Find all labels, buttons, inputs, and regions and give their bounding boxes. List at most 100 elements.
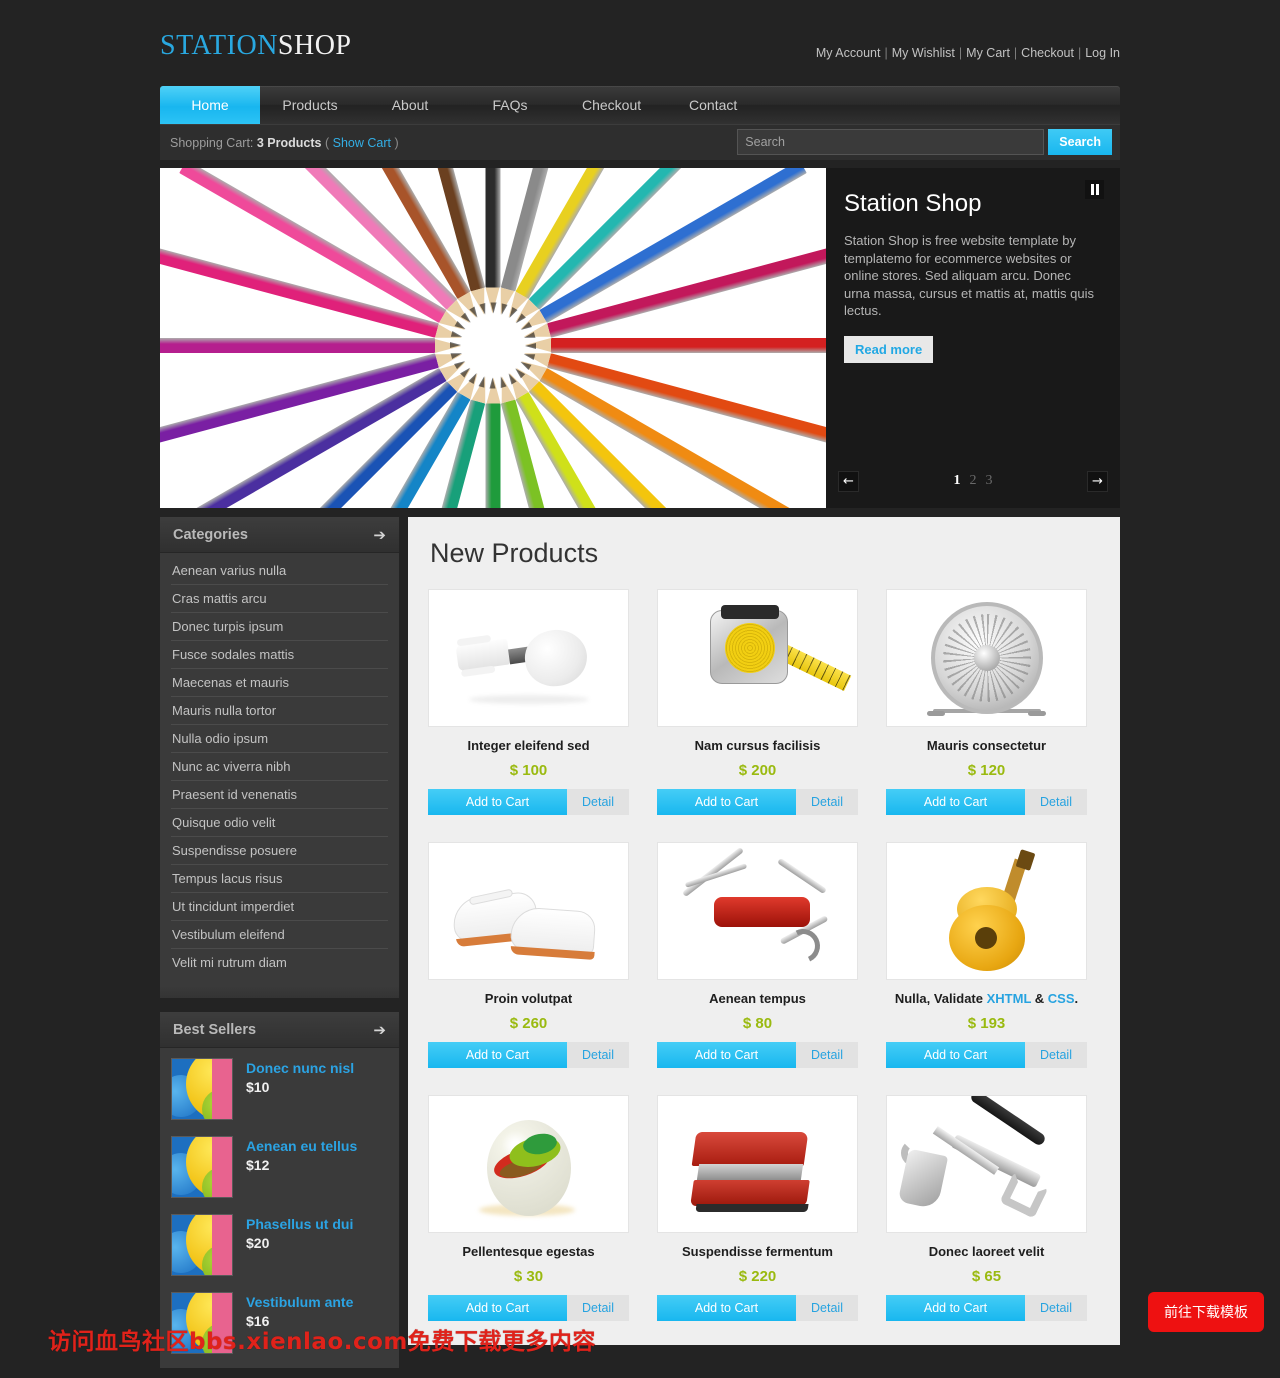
category-link[interactable]: Praesent id venenatis — [171, 781, 388, 808]
cart-paren-close: ) — [394, 135, 399, 150]
top-link-log-in[interactable]: Log In — [1085, 46, 1120, 60]
logo-part-one: STATION — [160, 30, 278, 61]
category-link[interactable]: Quisque odio velit — [171, 809, 388, 836]
category-link[interactable]: Nunc ac viverra nibh — [171, 753, 388, 780]
slider-page-1[interactable]: 1 — [954, 473, 961, 489]
list-item: Donec nunc nisl $10 — [171, 1058, 388, 1120]
product-name: Integer eleifend sed — [428, 738, 629, 753]
product-thumbnail[interactable] — [171, 1136, 233, 1198]
top-link-my-account[interactable]: My Account — [816, 46, 881, 60]
nav-item-contact[interactable]: Contact — [663, 86, 763, 124]
product-image[interactable] — [886, 842, 1087, 980]
list-item: Tempus lacus risus — [171, 865, 388, 893]
slider-page-2[interactable]: 2 — [970, 473, 977, 489]
best-seller-meta: Donec nunc nisl $10 — [246, 1058, 354, 1120]
product-card: Pellentesque egestas $ 30 Add to Cart Detai… — [428, 1095, 629, 1321]
category-link[interactable]: Aenean varius nulla — [171, 557, 388, 584]
category-link[interactable]: Vestibulum eleifend — [171, 921, 388, 948]
product-image[interactable] — [657, 1095, 858, 1233]
nav-item-products[interactable]: Products — [260, 86, 360, 124]
category-link[interactable]: Mauris nulla tortor — [171, 697, 388, 724]
arrow-right-icon[interactable]: ➔ — [373, 1021, 386, 1039]
product-name-mid: & — [1031, 991, 1048, 1006]
cart-prefix: Shopping Cart: — [170, 135, 254, 150]
product-image[interactable] — [886, 1095, 1087, 1233]
add-to-cart-button[interactable]: Add to Cart — [886, 789, 1025, 815]
search-button[interactable]: Search — [1048, 129, 1112, 155]
product-image[interactable] — [428, 842, 629, 980]
xhtml-link[interactable]: XHTML — [987, 991, 1032, 1006]
list-item: Nulla odio ipsum — [171, 725, 388, 753]
category-link[interactable]: Maecenas et mauris — [171, 669, 388, 696]
add-to-cart-button[interactable]: Add to Cart — [886, 1295, 1025, 1321]
best-seller-price: $10 — [246, 1079, 270, 1095]
detail-button[interactable]: Detail — [567, 1042, 629, 1068]
site-logo[interactable]: STATIONSHOP — [160, 30, 352, 62]
best-seller-name[interactable]: Aenean eu tellus — [246, 1138, 357, 1154]
add-to-cart-button[interactable]: Add to Cart — [657, 1295, 796, 1321]
best-seller-name[interactable]: Donec nunc nisl — [246, 1060, 354, 1076]
product-image[interactable] — [428, 1095, 629, 1233]
product-price: $ 100 — [509, 762, 548, 779]
product-name: Mauris consectetur — [886, 738, 1087, 753]
detail-button[interactable]: Detail — [796, 789, 858, 815]
category-link[interactable]: Ut tincidunt imperdiet — [171, 893, 388, 920]
read-more-button[interactable]: Read more — [844, 335, 934, 363]
detail-button[interactable]: Detail — [1025, 1042, 1087, 1068]
pencil-shape — [525, 338, 826, 353]
category-link[interactable]: Suspendisse posuere — [171, 837, 388, 864]
product-image[interactable] — [657, 842, 858, 980]
product-actions: Add to Cart Detail — [657, 1042, 858, 1068]
slider-prev-arrow-icon[interactable]: ← — [838, 470, 859, 492]
best-sellers-header: Best Sellers ➔ — [160, 1012, 399, 1048]
detail-button[interactable]: Detail — [796, 1042, 858, 1068]
nav-item-checkout[interactable]: Checkout — [560, 86, 663, 124]
list-item: Cras mattis arcu — [171, 585, 388, 613]
arrow-right-icon[interactable]: ➔ — [373, 526, 386, 544]
top-link-checkout[interactable]: Checkout — [1021, 46, 1074, 60]
category-link[interactable]: Cras mattis arcu — [171, 585, 388, 612]
slider-next-arrow-icon[interactable]: → — [1087, 470, 1108, 492]
search-input[interactable] — [737, 129, 1045, 155]
product-image[interactable] — [428, 589, 629, 727]
product-image[interactable] — [886, 589, 1087, 727]
product-card: Aenean tempus $ 80 Add to Cart Detail — [657, 842, 858, 1068]
product-image[interactable] — [657, 589, 858, 727]
add-to-cart-button[interactable]: Add to Cart — [428, 789, 567, 815]
pause-icon[interactable] — [1085, 180, 1104, 199]
detail-button[interactable]: Detail — [1025, 789, 1087, 815]
category-link[interactable]: Donec turpis ipsum — [171, 613, 388, 640]
slider-page-3[interactable]: 3 — [986, 473, 993, 489]
show-cart-link[interactable]: Show Cart — [333, 136, 391, 150]
detail-button[interactable]: Detail — [567, 789, 629, 815]
nav-item-about[interactable]: About — [360, 86, 460, 124]
category-link[interactable]: Fusce sodales mattis — [171, 641, 388, 668]
add-to-cart-button[interactable]: Add to Cart — [886, 1042, 1025, 1068]
slide-image-pencils — [160, 168, 826, 508]
detail-button[interactable]: Detail — [567, 1295, 629, 1321]
add-to-cart-button[interactable]: Add to Cart — [657, 789, 796, 815]
best-seller-name[interactable]: Phasellus ut dui — [246, 1216, 353, 1232]
top-link-my-cart[interactable]: My Cart — [966, 46, 1010, 60]
nav-item-faqs[interactable]: FAQs — [460, 86, 560, 124]
nav-item-home[interactable]: Home — [160, 86, 260, 124]
product-name-text: Proin volutpat — [484, 991, 573, 1006]
category-link[interactable]: Tempus lacus risus — [171, 865, 388, 892]
list-item: Fusce sodales mattis — [171, 641, 388, 669]
add-to-cart-button[interactable]: Add to Cart — [428, 1042, 567, 1068]
download-template-button[interactable]: 前往下载模板 — [1148, 1292, 1264, 1332]
category-link[interactable]: Nulla odio ipsum — [171, 725, 388, 752]
add-to-cart-button[interactable]: Add to Cart — [657, 1042, 796, 1068]
category-link[interactable]: Velit mi rutrum diam — [171, 949, 388, 976]
detail-button[interactable]: Detail — [796, 1295, 858, 1321]
sidebar: Categories ➔ Aenean varius nulla Cras mat… — [160, 517, 399, 1378]
top-link-my-wishlist[interactable]: My Wishlist — [892, 46, 955, 60]
best-seller-name[interactable]: Vestibulum ante — [246, 1294, 353, 1310]
product-card: Nulla, Validate XHTML & CSS. $ 193 Add to … — [886, 842, 1087, 1068]
css-link[interactable]: CSS — [1048, 991, 1075, 1006]
product-thumbnail[interactable] — [171, 1058, 233, 1120]
product-thumbnail[interactable] — [171, 1214, 233, 1276]
pencil-circle-illustration — [160, 168, 826, 508]
add-to-cart-button[interactable]: Add to Cart — [428, 1295, 567, 1321]
detail-button[interactable]: Detail — [1025, 1295, 1087, 1321]
